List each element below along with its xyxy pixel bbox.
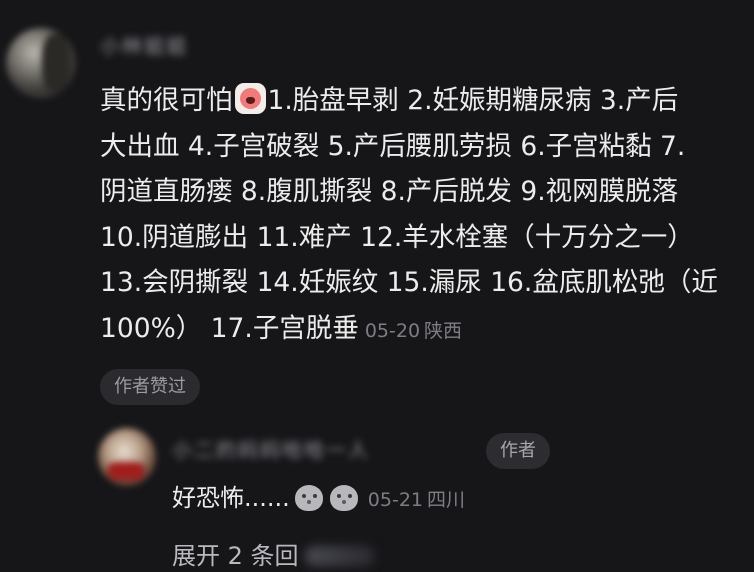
comment-line-4: 10.阴道膨出 11.难产 12.羊水栓塞（十万分之一） bbox=[100, 221, 694, 253]
comment-line-2: 大出血 4.子宫破裂 5.产后腰肌劳损 6.子宫粘黏 7. bbox=[100, 130, 686, 162]
blurred-region bbox=[304, 546, 375, 566]
comment-line-6-text: 100%） 17.子宫脱垂 bbox=[100, 312, 359, 344]
reply-meta: 05-21 四川 bbox=[368, 489, 465, 511]
comment-line-5: 13.会阴撕裂 14.妊娠纹 15.漏尿 16.盆底肌松弛（近 bbox=[100, 267, 718, 298]
expand-replies-button[interactable]: 展开 2 条回 bbox=[172, 536, 375, 572]
commenter-username[interactable]: 小林姐姐 bbox=[100, 30, 188, 59]
reply-text: 好恐怖...... bbox=[172, 484, 290, 512]
expand-replies-label: 展开 2 条回 bbox=[172, 542, 299, 570]
comment-line-1-text: 真的很可怕 bbox=[100, 85, 233, 116]
reply-body: 好恐怖...... 05-21 四川 bbox=[172, 478, 465, 520]
author-badge: 作者 bbox=[486, 433, 550, 469]
comment-line-1: 真的很可怕 1.胎盘早剥 2.妊娠期糖尿病 3.产后 bbox=[100, 78, 750, 124]
comment-meta: 05-20 陕西 bbox=[365, 320, 462, 342]
comment-line-1b-text: 1.胎盘早剥 2.妊娠期糖尿病 3.产后 bbox=[267, 85, 679, 116]
author-liked-badge: 作者赞过 bbox=[100, 369, 200, 405]
reply-location: 四川 bbox=[427, 489, 466, 511]
replier-username[interactable]: 小二的妈妈哈哈一人 bbox=[172, 434, 370, 463]
comment-thread: 小林姐姐 真的很可怕 1.胎盘早剥 2.妊娠期糖尿病 3.产后 大出血 4.子宫破… bbox=[0, 0, 754, 572]
scared-ghost-emoji-icon bbox=[293, 483, 325, 513]
comment-body: 真的很可怕 1.胎盘早剥 2.妊娠期糖尿病 3.产后 大出血 4.子宫破裂 5.产… bbox=[100, 78, 750, 354]
reply-date: 05-21 bbox=[367, 489, 423, 511]
comment-line-6: 100%） 17.子宫脱垂 05-20 陕西 bbox=[100, 306, 750, 355]
comment-location: 陕西 bbox=[424, 319, 463, 342]
commenter-avatar[interactable] bbox=[6, 28, 76, 98]
replier-avatar[interactable] bbox=[98, 428, 156, 486]
comment-line-3: 阴道直肠瘘 8.腹肌撕裂 8.产后脱发 9.视网膜脱落 bbox=[100, 176, 679, 207]
comment-date: 05-20 bbox=[364, 319, 421, 342]
crying-face-emoji-icon bbox=[234, 83, 266, 114]
scared-ghost-emoji-icon-2 bbox=[328, 483, 360, 513]
